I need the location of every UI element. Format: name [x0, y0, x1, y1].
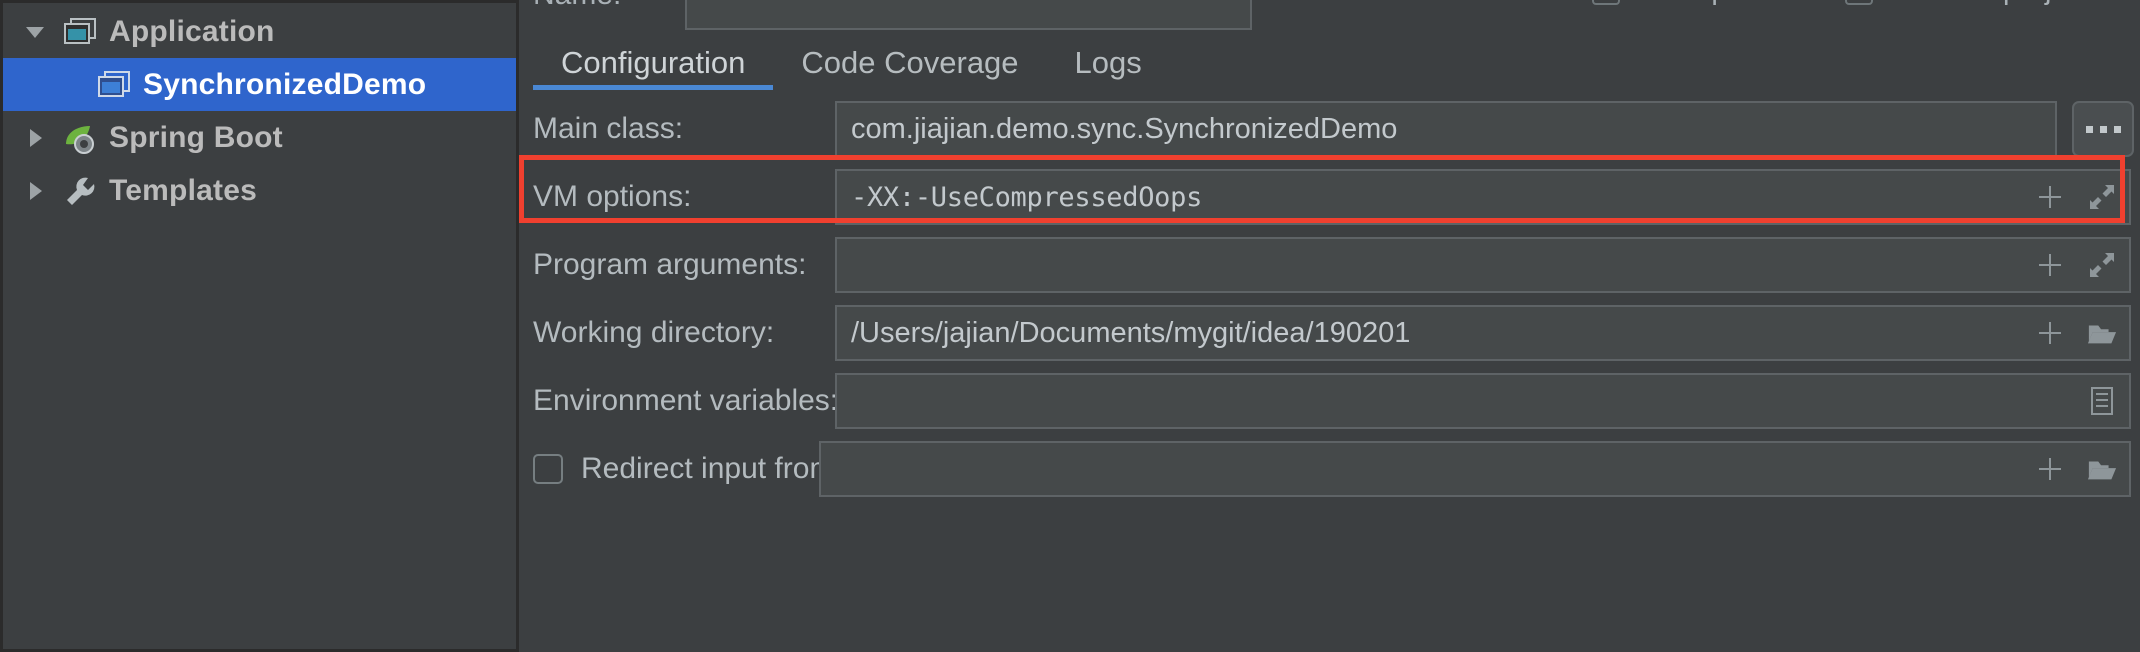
environment-variables-label: Environment variables: [533, 384, 838, 418]
tab-configuration[interactable]: Configuration [533, 35, 773, 90]
tree-item-application[interactable]: Application [3, 5, 516, 58]
ellipsis-dot [2114, 126, 2121, 133]
store-as-project-file-checkbox[interactable]: Store as project file [1845, 0, 2135, 7]
folder-icon[interactable] [2087, 318, 2117, 348]
row-working-directory: Working directory: /Users/jajian/Documen… [519, 302, 2140, 364]
checkbox-box[interactable] [1845, 0, 1873, 5]
redirect-input-from-input[interactable] [819, 441, 2131, 497]
plus-icon[interactable] [2035, 182, 2065, 212]
redirect-input-from-checkbox[interactable] [533, 454, 563, 484]
configuration-form: Main class: com.jiajian.demo.sync.Synchr… [519, 90, 2140, 652]
list-edit-icon[interactable] [2087, 386, 2117, 416]
main-class-label: Main class: [533, 112, 683, 146]
environment-variables-input[interactable] [835, 373, 2131, 429]
redirect-input-from-label: Redirect input from: [581, 452, 843, 486]
tree-item-templates[interactable]: Templates [3, 164, 516, 217]
main-class-browse-button[interactable] [2072, 101, 2134, 157]
checkbox-box[interactable] [1592, 0, 1620, 5]
environment-variables-field-actions [2087, 386, 2117, 416]
editor-tabs: Configuration Code Coverage Logs [519, 35, 2140, 90]
ellipsis-dot [2086, 126, 2093, 133]
row-redirect-input-from: Redirect input from: [519, 438, 2140, 500]
tab-label: Logs [1075, 45, 1142, 81]
chevron-right-icon[interactable] [13, 178, 57, 204]
folder-icon[interactable] [2087, 454, 2117, 484]
tab-code-coverage[interactable]: Code Coverage [773, 35, 1046, 90]
store-as-project-file-label: Store as project file [1887, 0, 2135, 7]
name-label: Name: [533, 0, 621, 12]
application-icon [57, 17, 103, 47]
redirect-input-from-field-actions [2035, 454, 2117, 484]
tab-label: Configuration [561, 45, 745, 81]
wrench-icon [57, 175, 103, 207]
allow-parallel-run-label: Allow parallel run [1634, 0, 1855, 7]
gear-icon[interactable] [2102, 0, 2132, 13]
tree-item-label: Spring Boot [109, 121, 283, 155]
program-arguments-field-actions [2035, 250, 2117, 280]
row-environment-variables: Environment variables: [519, 370, 2140, 432]
working-directory-value: /Users/jajian/Documents/mygit/idea/19020… [837, 317, 1410, 350]
name-row-clipped: Name: SynchronizedDemo Allow parallel ru… [519, 0, 2140, 35]
row-vm-options: VM options: -XX:-UseCompressedOops [519, 166, 2140, 228]
name-input-value: SynchronizedDemo [701, 0, 963, 2]
chevron-down-icon[interactable] [13, 19, 57, 45]
tab-logs[interactable]: Logs [1047, 35, 1170, 90]
ellipsis-dot [2100, 126, 2107, 133]
row-program-arguments: Program arguments: [519, 234, 2140, 296]
spring-boot-icon [57, 122, 103, 154]
vm-options-field-actions [2035, 182, 2117, 212]
chevron-right-icon[interactable] [13, 125, 57, 151]
main-class-value: com.jiajian.demo.sync.SynchronizedDemo [837, 113, 1397, 146]
plus-icon[interactable] [2035, 250, 2065, 280]
application-icon [91, 70, 137, 100]
plus-icon[interactable] [2035, 454, 2065, 484]
tree-item-label: Application [109, 15, 275, 49]
run-configuration-dialog: Application SynchronizedDemo [0, 0, 2140, 652]
configurations-tree: Application SynchronizedDemo [3, 3, 516, 217]
vm-options-input[interactable]: -XX:-UseCompressedOops [835, 169, 2131, 225]
program-arguments-label: Program arguments: [533, 248, 806, 282]
expand-icon[interactable] [2087, 250, 2117, 280]
row-main-class: Main class: com.jiajian.demo.sync.Synchr… [519, 98, 2140, 160]
configurations-tree-panel: Application SynchronizedDemo [0, 0, 519, 652]
working-directory-input[interactable]: /Users/jajian/Documents/mygit/idea/19020… [835, 305, 2131, 361]
plus-icon[interactable] [2035, 318, 2065, 348]
name-input[interactable]: SynchronizedDemo [685, 0, 1252, 30]
expand-icon[interactable] [2087, 182, 2117, 212]
working-directory-label: Working directory: [533, 316, 774, 350]
tab-label: Code Coverage [801, 45, 1018, 81]
tree-item-label: Templates [109, 174, 257, 208]
main-class-input[interactable]: com.jiajian.demo.sync.SynchronizedDemo [835, 101, 2057, 157]
allow-parallel-run-checkbox[interactable]: Allow parallel run [1592, 0, 1855, 7]
tree-item-synchronizeddemo[interactable]: SynchronizedDemo [3, 58, 516, 111]
working-directory-field-actions [2035, 318, 2117, 348]
program-arguments-input[interactable] [835, 237, 2131, 293]
tree-item-label: SynchronizedDemo [143, 68, 426, 102]
configuration-editor-panel: Name: SynchronizedDemo Allow parallel ru… [519, 0, 2140, 652]
tree-item-spring-boot[interactable]: Spring Boot [3, 111, 516, 164]
vm-options-label: VM options: [533, 180, 691, 214]
vm-options-value: -XX:-UseCompressedOops [837, 182, 1202, 213]
